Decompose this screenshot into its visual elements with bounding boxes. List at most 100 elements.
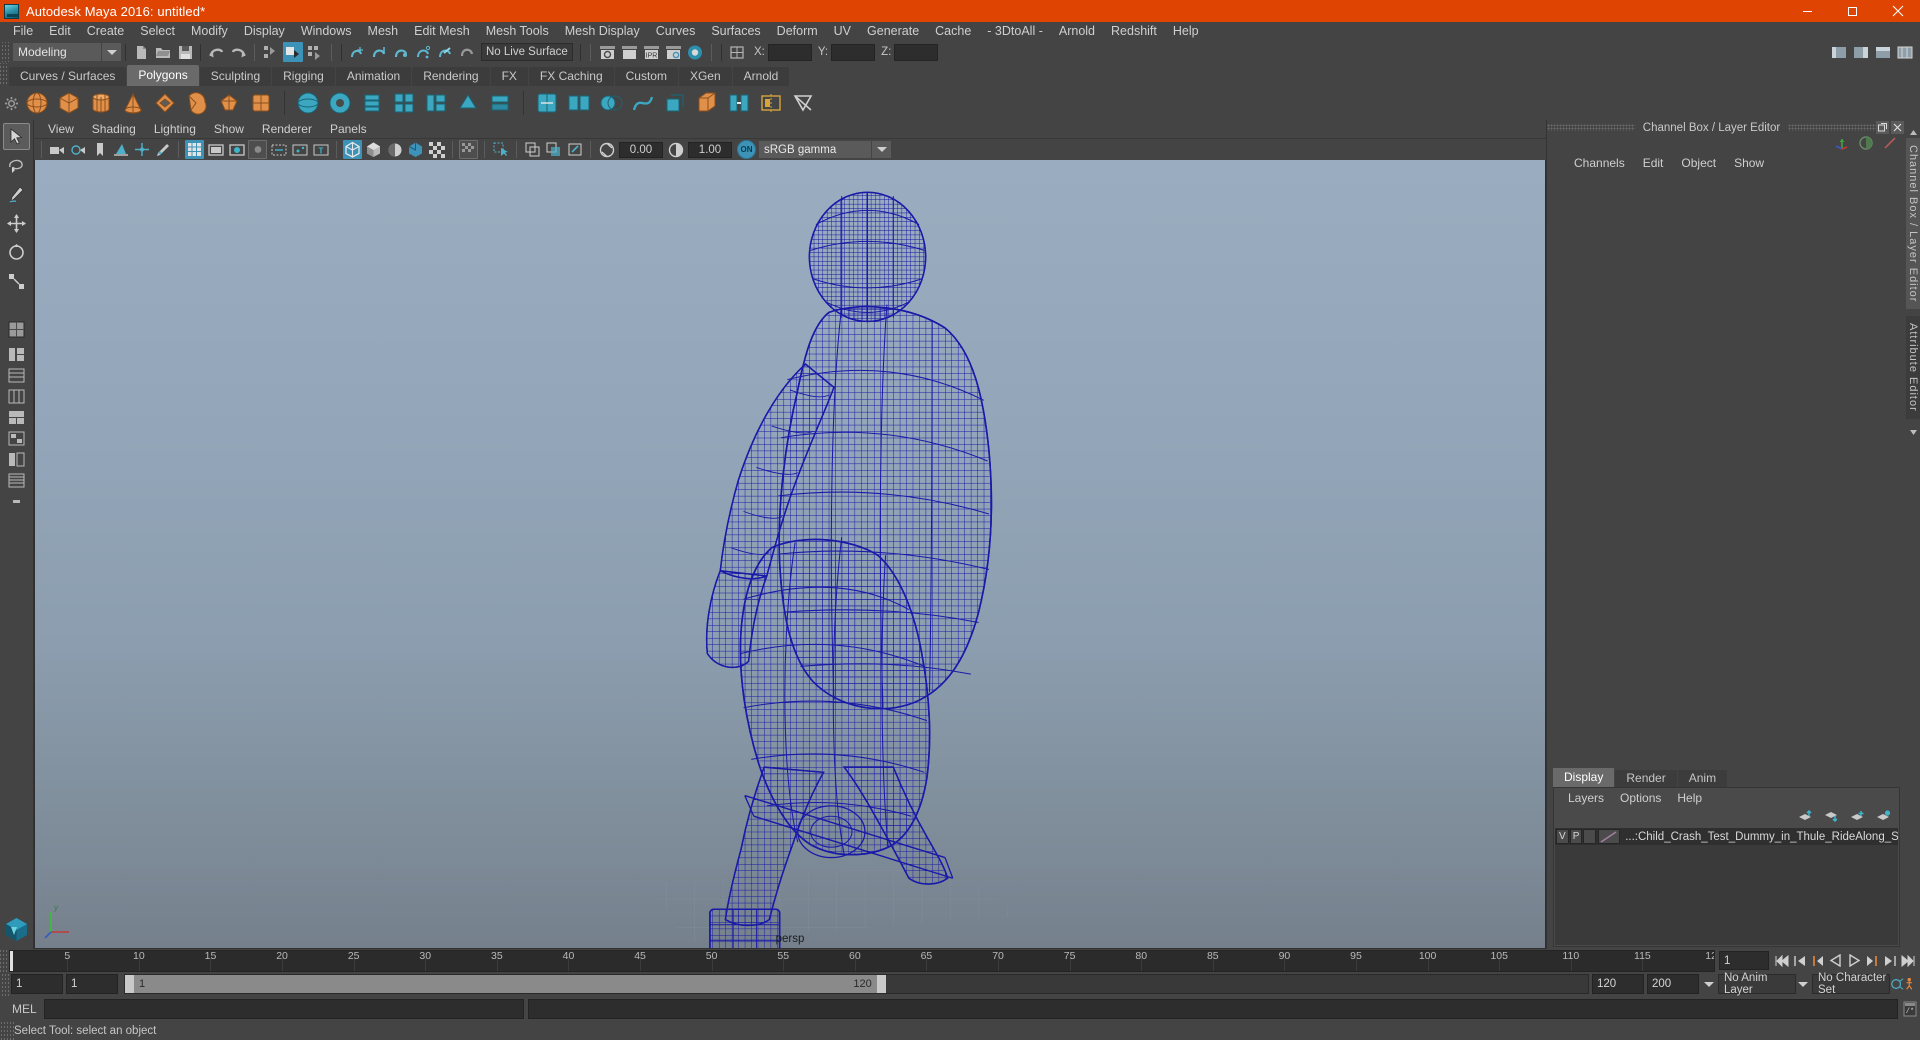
range-slider-handle[interactable]: 1 120 [125,975,886,993]
single-perspective-view-icon[interactable] [3,316,30,343]
xray-joints-icon[interactable] [523,140,542,159]
attribute-editor-icon[interactable] [1858,135,1874,154]
menu-help[interactable]: Help [1165,22,1207,41]
range-slider[interactable]: 1 120 [124,974,1589,994]
exposure-input[interactable]: 0.00 [619,141,663,158]
rotate-tool-icon[interactable] [3,239,30,266]
menu-generate[interactable]: Generate [859,22,927,41]
time-cursor[interactable] [10,950,13,971]
select-by-object-icon[interactable] [283,42,303,62]
wireframe-model[interactable] [35,160,1545,948]
animation-start-time-field[interactable]: 1 [11,974,63,994]
anim-layer-field[interactable]: No Anim Layer [1718,972,1796,996]
live-surface-field[interactable]: No Live Surface [481,43,573,61]
shelf-tab-xgen[interactable]: XGen [678,67,732,86]
film-gate-icon[interactable] [206,140,225,159]
step-forward-keyframe-icon[interactable] [1881,951,1898,970]
hypershade-icon[interactable] [685,42,705,62]
save-scene-icon[interactable] [175,42,195,62]
xray-active-components-icon[interactable] [544,140,563,159]
new-scene-icon[interactable] [131,42,151,62]
menu-mesh[interactable]: Mesh [360,22,407,41]
poly-platonic-icon[interactable] [246,88,276,118]
menu-windows[interactable]: Windows [293,22,360,41]
hypershade-persp-layout-icon[interactable] [6,408,28,427]
shelf-tab-arnold[interactable]: Arnold [732,67,790,86]
snap-to-point-icon[interactable] [391,42,411,62]
animation-end-time-field[interactable]: 200 [1647,974,1699,994]
menu-surfaces[interactable]: Surfaces [703,22,768,41]
poly-soccer-ball-icon[interactable] [421,88,451,118]
show-hide-modeling-toolkit-icon[interactable] [1829,42,1849,62]
move-layer-up-icon[interactable] [1798,809,1813,825]
layer-visibility-toggle[interactable]: V [1556,829,1569,844]
viewport-menu-renderer[interactable]: Renderer [253,120,321,139]
menu-uv[interactable]: UV [826,22,859,41]
two-d-pan-zoom-icon[interactable] [132,140,151,159]
ipr-render-icon[interactable] [619,42,639,62]
more-layouts-icon[interactable] [6,492,28,511]
layer-list-item[interactable]: V P ...:Child_Crash_Test_Dummy_in_Thule_… [1555,828,1898,845]
menu-mesh-tools[interactable]: Mesh Tools [478,22,557,41]
range-slider-grip[interactable] [2,972,11,996]
snap-to-projected-center-icon[interactable] [413,42,433,62]
multisample-anti-aliasing-icon[interactable] [459,140,478,159]
viewport-menu-view[interactable]: View [39,120,83,139]
poly-super-ellipse-icon[interactable] [453,88,483,118]
viewport-menu-panels[interactable]: Panels [321,120,376,139]
poly-cone-icon[interactable] [118,88,148,118]
separate-icon[interactable] [564,88,594,118]
step-back-frame-icon[interactable] [1809,951,1826,970]
layer-tab-anim[interactable]: Anim [1677,770,1728,787]
scroll-up-icon[interactable] [1907,126,1919,138]
select-tool-icon[interactable] [3,123,30,150]
current-frame-field[interactable]: 1 [1719,951,1769,970]
menu-redshift[interactable]: Redshift [1103,22,1165,41]
layer-playback-toggle[interactable]: P [1569,829,1583,844]
time-slider-grip[interactable] [0,949,9,972]
shelf-tab-fx[interactable]: FX [490,67,528,86]
menu-deform[interactable]: Deform [769,22,826,41]
shelf-tab-fx-caching[interactable]: FX Caching [528,67,614,86]
channelbox-menu-channels[interactable]: Channels [1565,156,1634,170]
smooth-shade-icon[interactable] [364,140,383,159]
maximize-icon[interactable] [1830,0,1875,22]
grid-toggle-icon[interactable] [185,140,204,159]
animation-preferences-icon[interactable] [1904,974,1918,994]
safe-title-icon[interactable]: T [311,140,330,159]
layer-shading-toggle[interactable] [1583,829,1597,844]
side-tab-attribute-editor[interactable]: Attribute Editor [1906,316,1920,420]
poly-cube-icon[interactable] [54,88,84,118]
snap-to-grid-icon[interactable] [347,42,367,62]
layer-editor-icon[interactable] [1882,135,1898,154]
poly-sphere-icon[interactable] [22,88,52,118]
scale-tool-icon[interactable] [3,268,30,295]
menu-edit[interactable]: Edit [41,22,79,41]
paint-select-tool-icon[interactable] [3,181,30,208]
shelf-settings-gear-icon[interactable] [0,86,22,120]
step-forward-frame-icon[interactable] [1863,951,1880,970]
channelbox-menu-object[interactable]: Object [1672,156,1725,170]
statusline-grip[interactable] [2,42,11,62]
bookmark-icon[interactable] [90,140,109,159]
redo-icon[interactable] [228,42,248,62]
layer-color-swatch[interactable] [1598,829,1621,844]
resolution-gate-icon[interactable] [227,140,246,159]
close-panel-icon[interactable] [1891,121,1905,134]
poly-helix-icon[interactable] [357,88,387,118]
menu-display[interactable]: Display [236,22,293,41]
color-management-toggle-icon[interactable]: ON [737,140,756,159]
side-tab-channel-box[interactable]: Channel Box / Layer Editor [1906,138,1920,310]
viewport-menu-lighting[interactable]: Lighting [145,120,205,139]
outliner-layout-icon[interactable] [6,471,28,490]
outliner-persp-layout-icon[interactable] [6,366,28,385]
menu-mesh-display[interactable]: Mesh Display [557,22,648,41]
create-new-layer-icon[interactable] [1850,810,1865,825]
move-tool-icon[interactable] [3,210,30,237]
show-hide-tool-settings-icon[interactable] [1873,42,1893,62]
undock-panel-icon[interactable] [1876,121,1890,134]
shelf-tab-polygons[interactable]: Polygons [127,65,199,86]
perspective-viewport[interactable]: y persp [34,160,1546,949]
screen-space-ambient-occlusion-icon[interactable] [427,140,446,159]
command-line-label[interactable]: MEL [2,1002,44,1016]
